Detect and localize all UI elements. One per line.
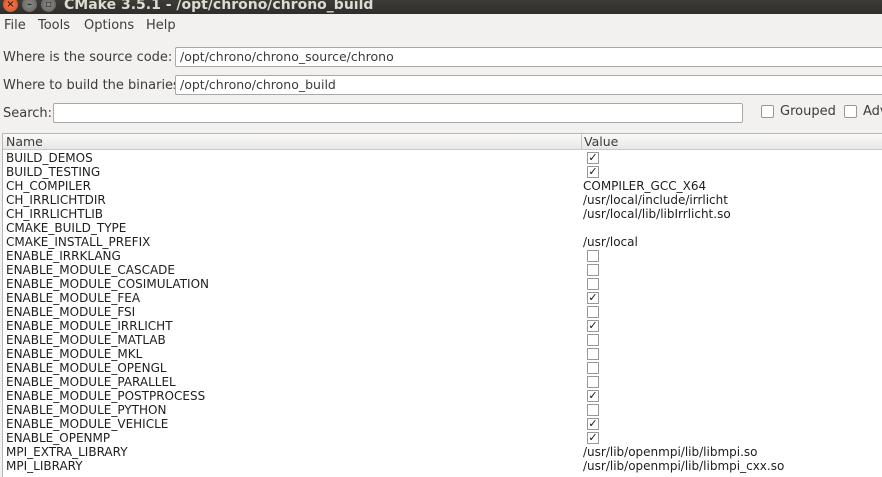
row-name: ENABLE_MODULE_MKL — [6, 347, 143, 361]
table-row[interactable]: BUILD_TESTING ✓ — [3, 165, 882, 179]
maximize-icon[interactable]: ▫ — [41, 0, 56, 12]
unchecked-checkbox-icon[interactable] — [587, 362, 599, 374]
table-row[interactable]: CMAKE_INSTALL_PREFIX/usr/local — [3, 235, 882, 249]
row-name: ENABLE_MODULE_PYTHON — [6, 403, 167, 417]
row-name: CH_IRRLICHTDIR — [6, 193, 106, 207]
unchecked-checkbox-icon[interactable] — [587, 264, 599, 276]
menu-file[interactable]: File — [4, 18, 26, 33]
row-name: ENABLE_MODULE_IRRLICHT — [6, 319, 173, 333]
grouped-label: Grouped — [780, 104, 836, 119]
row-name: ENABLE_MODULE_MATLAB — [6, 333, 166, 347]
grouped-checkbox[interactable] — [761, 105, 774, 118]
table-row[interactable]: ENABLE_IRRKLANG — [3, 249, 882, 263]
row-value[interactable]: COMPILER_GCC_X64 — [583, 179, 706, 193]
advanced-checkbox[interactable] — [844, 105, 857, 118]
row-name: CH_IRRLICHTLIB — [6, 207, 104, 221]
row-name: ENABLE_MODULE_VEHICLE — [6, 417, 169, 431]
advanced-label: Adv — [863, 104, 882, 119]
table-row[interactable]: ENABLE_MODULE_IRRLICHT ✓ — [3, 319, 882, 333]
close-icon[interactable]: × — [3, 0, 18, 12]
checked-checkbox-icon[interactable]: ✓ — [587, 418, 599, 430]
search-label: Search: — [3, 106, 53, 121]
table-row[interactable]: ENABLE_MODULE_OPENGL — [3, 361, 882, 375]
column-header-name[interactable]: Name — [6, 134, 43, 149]
menu-help[interactable]: Help — [146, 18, 176, 33]
table-row[interactable]: ENABLE_OPENMP ✓ — [3, 431, 882, 445]
row-name: CH_COMPILER — [6, 179, 91, 193]
table-row[interactable]: ENABLE_MODULE_FSI — [3, 305, 882, 319]
checked-checkbox-icon[interactable]: ✓ — [587, 320, 599, 332]
row-name: ENABLE_MODULE_FEA — [6, 291, 141, 305]
row-name: ENABLE_MODULE_POSTPROCESS — [6, 389, 206, 403]
row-name: ENABLE_MODULE_CASCADE — [6, 263, 175, 277]
search-input[interactable] — [53, 103, 743, 123]
row-name: BUILD_TESTING — [6, 165, 101, 179]
row-name: BUILD_DEMOS — [6, 151, 93, 165]
row-name: ENABLE_MODULE_OPENGL — [6, 361, 167, 375]
row-value[interactable]: /usr/local — [583, 235, 638, 249]
checked-checkbox-icon[interactable]: ✓ — [587, 432, 599, 444]
minimize-icon[interactable]: – — [22, 0, 37, 12]
row-name: CMAKE_INSTALL_PREFIX — [6, 235, 151, 249]
checked-checkbox-icon[interactable]: ✓ — [587, 152, 599, 164]
row-name: ENABLE_MODULE_FSI — [6, 305, 136, 319]
source-label: Where is the source code: — [3, 50, 173, 65]
cache-table: Name Value BUILD_DEMOS ✓ BUILD_TESTING ✓ CH_… — [2, 133, 882, 477]
table-row[interactable]: BUILD_DEMOS ✓ — [3, 151, 882, 165]
menu-tools[interactable]: Tools — [38, 18, 70, 33]
checked-checkbox-icon[interactable]: ✓ — [587, 292, 599, 304]
table-row[interactable]: ENABLE_MODULE_POSTPROCESS ✓ — [3, 389, 882, 403]
table-row[interactable]: ENABLE_MODULE_PYTHON — [3, 403, 882, 417]
title-bar: × – ▫ CMake 3.5.1 - /opt/chrono/chrono_b… — [0, 0, 882, 14]
table-row[interactable]: ENABLE_MODULE_MATLAB — [3, 333, 882, 347]
unchecked-checkbox-icon[interactable] — [587, 278, 599, 290]
unchecked-checkbox-icon[interactable] — [587, 334, 599, 346]
table-row[interactable]: ENABLE_MODULE_COSIMULATION — [3, 277, 882, 291]
row-value[interactable]: /usr/local/include/irrlicht — [583, 193, 728, 207]
table-row[interactable]: CMAKE_BUILD_TYPE — [3, 221, 882, 235]
row-name: MPI_EXTRA_LIBRARY — [6, 445, 128, 459]
row-name: MPI_LIBRARY — [6, 459, 83, 473]
table-row[interactable]: CH_COMPILER COMPILER_GCC_X64 — [3, 179, 882, 193]
table-row[interactable]: ENABLE_MODULE_FEA ✓ — [3, 291, 882, 305]
row-value[interactable]: /usr/lib/openmpi/lib/libmpi.so — [583, 445, 758, 459]
table-row[interactable]: ENABLE_MODULE_MKL — [3, 347, 882, 361]
row-name: ENABLE_MODULE_COSIMULATION — [6, 277, 210, 291]
menu-bar: File Tools Options Help — [0, 17, 882, 39]
unchecked-checkbox-icon[interactable] — [587, 250, 599, 262]
table-row[interactable]: ENABLE_MODULE_VEHICLE ✓ — [3, 417, 882, 431]
table-row[interactable]: ENABLE_MODULE_PARALLEL — [3, 375, 882, 389]
table-row[interactable]: CH_IRRLICHTLIB/usr/local/lib/libIrrlicht… — [3, 207, 882, 221]
table-row[interactable]: ENABLE_MODULE_CASCADE — [3, 263, 882, 277]
checked-checkbox-icon[interactable]: ✓ — [587, 166, 599, 178]
source-path-field[interactable]: /opt/chrono/chrono_source/chrono — [175, 47, 882, 67]
row-name: ENABLE_IRRKLANG — [6, 249, 121, 263]
unchecked-checkbox-icon[interactable] — [587, 376, 599, 388]
table-row[interactable]: MPI_LIBRARY/usr/lib/openmpi/lib/libmpi_c… — [3, 459, 882, 473]
unchecked-checkbox-icon[interactable] — [587, 404, 599, 416]
unchecked-checkbox-icon[interactable] — [587, 348, 599, 360]
menu-options[interactable]: Options — [84, 18, 134, 33]
window-title: CMake 3.5.1 - /opt/chrono/chrono_build — [64, 0, 374, 13]
row-value[interactable]: /usr/lib/openmpi/lib/libmpi_cxx.so — [583, 459, 784, 473]
row-value[interactable]: /usr/local/lib/libIrrlicht.so — [583, 207, 731, 221]
table-row[interactable]: CH_IRRLICHTDIR/usr/local/include/irrlich… — [3, 193, 882, 207]
column-header-value[interactable]: Value — [581, 134, 618, 149]
table-header: Name Value — [3, 134, 882, 150]
build-label: Where to build the binaries: — [3, 78, 185, 93]
table-row[interactable]: MPI_EXTRA_LIBRARY/usr/lib/openmpi/lib/li… — [3, 445, 882, 459]
row-name: ENABLE_OPENMP — [6, 431, 111, 445]
checked-checkbox-icon[interactable]: ✓ — [587, 390, 599, 402]
unchecked-checkbox-icon[interactable] — [587, 306, 599, 318]
row-name: CMAKE_BUILD_TYPE — [6, 221, 127, 235]
build-path-field[interactable]: /opt/chrono/chrono_build — [175, 75, 882, 95]
row-name: ENABLE_MODULE_PARALLEL — [6, 375, 176, 389]
